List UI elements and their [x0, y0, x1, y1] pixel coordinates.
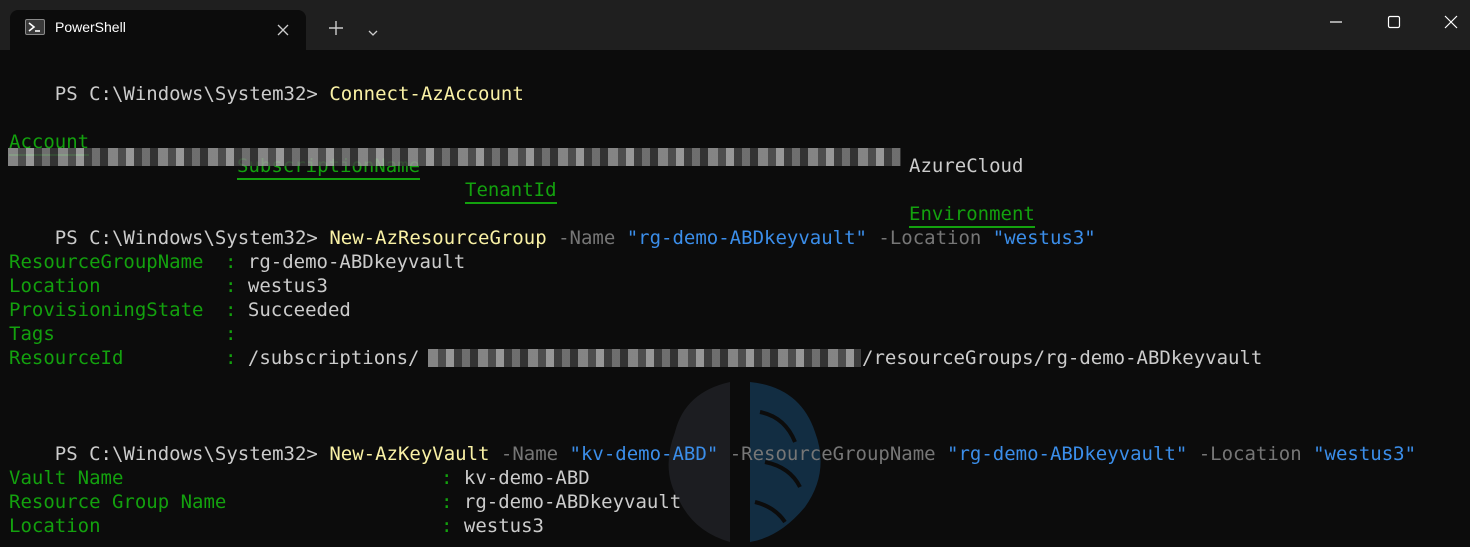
- output-row-value: : westus3: [225, 274, 328, 298]
- output-row-value: : kv-demo-ABD: [441, 466, 590, 490]
- output-row: ResourceGroupName: [9, 250, 203, 274]
- resource-id-suffix: /resourceGroups/rg-demo-ABDkeyvault: [862, 347, 1263, 369]
- prompt: PS C:\Windows\System32>: [54, 83, 330, 105]
- separator: :: [441, 467, 453, 489]
- tab-powershell[interactable]: PowerShell: [10, 10, 306, 50]
- separator: :: [225, 275, 237, 297]
- window-close-button[interactable]: [1443, 14, 1459, 30]
- prompt: PS C:\Windows\System32>: [54, 227, 330, 249]
- output-row-value: : Succeeded: [225, 298, 351, 322]
- output-key: ProvisioningState: [9, 299, 204, 321]
- minimize-icon: [1330, 21, 1342, 23]
- resource-id-prefix: /subscriptions/: [247, 347, 420, 369]
- environment-value: AzureCloud: [909, 155, 1024, 177]
- output-value: westus3: [247, 275, 328, 297]
- parameter-location-value: "westus3": [1313, 443, 1417, 465]
- output-row-value: : rg-demo-ABDkeyvault: [441, 490, 681, 514]
- output-value: rg-demo-ABDkeyvault: [463, 491, 682, 513]
- separator: :: [225, 323, 237, 345]
- command-name: New-AzKeyVault: [329, 443, 490, 465]
- prompt: PS C:\Windows\System32>: [54, 443, 330, 465]
- redacted-subscription-id: [428, 349, 861, 367]
- maximize-icon: [1387, 15, 1401, 29]
- command-name: Connect-AzAccount: [329, 83, 524, 105]
- separator: :: [441, 515, 453, 537]
- separator: :: [225, 299, 237, 321]
- maximize-button[interactable]: [1386, 14, 1402, 30]
- output-value: westus3: [463, 515, 544, 537]
- output-row-value: : westus3: [441, 514, 544, 538]
- parameter-value: "kv-demo-ABD": [569, 443, 719, 465]
- redacted-account-info: [8, 148, 901, 166]
- powershell-icon: [25, 19, 45, 35]
- parameter-resource-group: -ResourceGroupName: [718, 443, 948, 465]
- output-key: Location: [9, 515, 101, 537]
- output-row-value: : /subscriptions/: [225, 346, 420, 370]
- parameter-location: -Location: [866, 227, 993, 249]
- parameter-location: -Location: [1187, 443, 1314, 465]
- output-value: rg-demo-ABDkeyvault: [247, 251, 466, 273]
- separator: :: [225, 347, 237, 369]
- minimize-button[interactable]: [1328, 14, 1344, 30]
- parameter-name: -Name: [489, 443, 570, 465]
- output-row: Location: [9, 274, 101, 298]
- output-row: Location: [9, 514, 101, 538]
- close-icon[interactable]: [276, 22, 290, 36]
- parameter-location-value: "westus3": [992, 227, 1096, 249]
- output-row: Resource Group Name: [9, 490, 226, 514]
- terminal-output[interactable]: PS C:\Windows\System32> Connect-AzAccoun…: [0, 50, 1470, 542]
- close-icon: [1444, 15, 1458, 29]
- output-key: ResourceGroupName: [9, 251, 204, 273]
- tab-dropdown-button[interactable]: [367, 23, 379, 36]
- command-name: New-AzResourceGroup: [329, 227, 547, 249]
- output-row: ProvisioningState: [9, 298, 203, 322]
- output-key: Resource Group Name: [9, 491, 227, 513]
- output-row-value: : rg-demo-ABDkeyvault: [225, 250, 465, 274]
- parameter-resource-group-value: "rg-demo-ABDkeyvault": [947, 443, 1188, 465]
- table-header: Account SubscriptionName TenantId Enviro…: [9, 106, 1109, 228]
- separator: :: [225, 251, 237, 273]
- parameter-value: "rg-demo-ABDkeyvault": [626, 227, 867, 249]
- output-row: Tags: [9, 322, 55, 346]
- output-key: Vault Name: [9, 467, 124, 489]
- parameter-name: -Name: [546, 227, 627, 249]
- new-tab-button[interactable]: [327, 19, 345, 37]
- output-value: Succeeded: [247, 299, 351, 321]
- separator: :: [441, 491, 453, 513]
- output-key: Tags: [9, 323, 55, 345]
- command-line-2: PS C:\Windows\System32> New-AzResourceGr…: [9, 202, 1096, 249]
- column-tenant-id: TenantId: [465, 178, 557, 204]
- tab-title: PowerShell: [55, 19, 126, 35]
- output-row: ResourceId: [9, 346, 123, 370]
- output-value: kv-demo-ABD: [463, 467, 590, 489]
- plus-icon: [329, 21, 343, 35]
- output-row: Vault Name: [9, 466, 123, 490]
- chevron-down-icon: [368, 30, 378, 36]
- output-key: Location: [9, 275, 101, 297]
- output-key: ResourceId: [9, 347, 124, 369]
- command-line-3: PS C:\Windows\System32> New-AzKeyVault -…: [9, 418, 1416, 465]
- output-row-value: :: [225, 322, 236, 346]
- title-bar: PowerShell: [0, 0, 1470, 50]
- command-line-1: PS C:\Windows\System32> Connect-AzAccoun…: [9, 58, 524, 105]
